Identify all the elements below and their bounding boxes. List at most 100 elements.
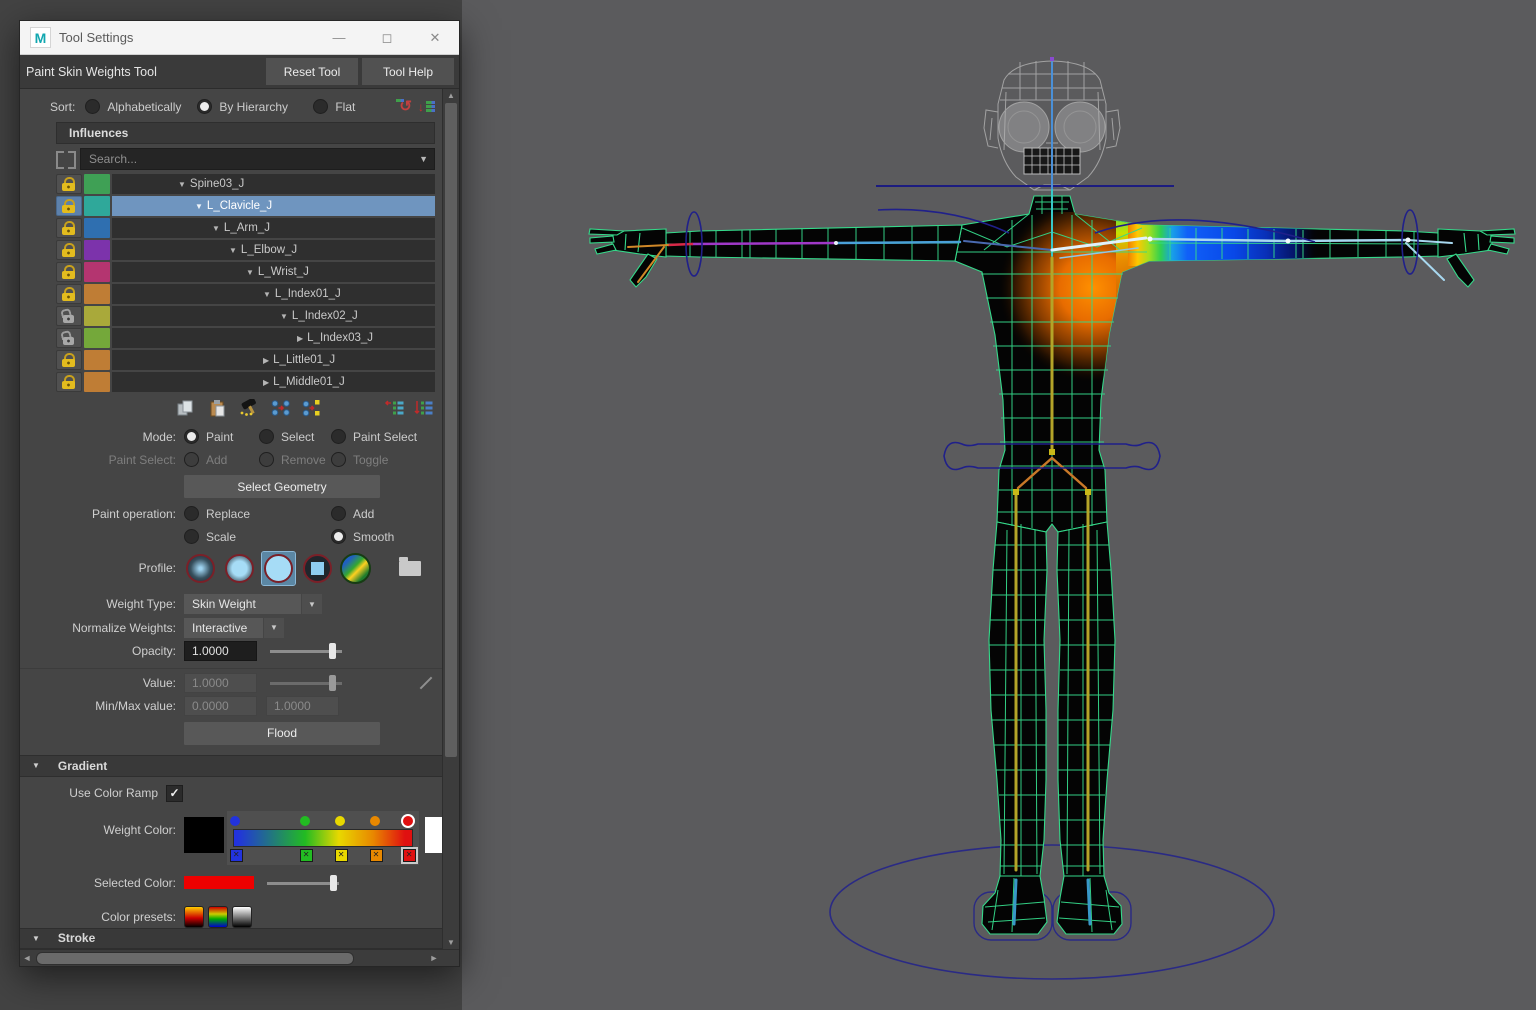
ramp-stop-delete[interactable]: ✕ — [335, 849, 348, 862]
influence-row[interactable]: ▼ L_Arm_J — [56, 218, 435, 238]
influence-row[interactable]: ▶ L_Index03_J — [56, 328, 435, 348]
expand-arrow-icon[interactable]: ▼ — [195, 202, 203, 211]
radio-icon[interactable] — [85, 99, 100, 114]
chevron-down-icon[interactable]: ▼ — [263, 618, 284, 638]
paint-op-add-option[interactable]: Add — [331, 506, 406, 521]
flood-button[interactable]: Flood — [184, 722, 380, 745]
lock-toggle[interactable] — [56, 218, 82, 238]
lock-toggle[interactable] — [56, 284, 82, 304]
lock-toggle[interactable] — [56, 262, 82, 282]
influence-row[interactable]: ▼ L_Elbow_J — [56, 240, 435, 260]
ramp-stop-handles[interactable] — [231, 814, 415, 828]
lock-toggle[interactable] — [56, 350, 82, 370]
expand-arrow-icon[interactable]: ▶ — [263, 378, 269, 387]
expand-arrow-icon[interactable]: ▶ — [263, 356, 269, 365]
expand-arrow-icon[interactable]: ▶ — [297, 334, 303, 343]
mode-paint-option[interactable]: Paint — [184, 429, 259, 444]
collapse-arrow-icon[interactable]: ▼ — [32, 934, 40, 943]
radio-icon[interactable] — [184, 529, 199, 544]
radio-icon[interactable] — [197, 99, 212, 114]
normalize-weights-dropdown[interactable]: Interactive ▼ — [184, 618, 284, 638]
ramp-stop-circle[interactable] — [230, 816, 240, 826]
opacity-slider[interactable] — [270, 642, 342, 660]
expand-arrow-icon[interactable]: ▼ — [229, 246, 237, 255]
radio-icon[interactable] — [259, 429, 274, 444]
sort-by-hierarchy-option[interactable]: By Hierarchy — [197, 99, 313, 114]
scroll-up-arrow-icon[interactable]: ▲ — [443, 89, 459, 102]
ramp-stop-circle[interactable] — [403, 816, 413, 826]
slider-handle[interactable] — [330, 875, 337, 891]
influence-row[interactable]: ▼ L_Index02_J — [56, 306, 435, 326]
scroll-right-arrow-icon[interactable]: ► — [427, 950, 441, 966]
ramp-stop-circle[interactable] — [370, 816, 380, 826]
influence-row[interactable]: ▼ L_Wrist_J — [56, 262, 435, 282]
titlebar[interactable]: M Tool Settings — ◻ ✕ — [20, 21, 459, 55]
influence-row[interactable]: ▶ L_Little01_J — [56, 350, 435, 370]
ramp-stop-delete[interactable]: ✕ — [403, 849, 416, 862]
opacity-input[interactable]: 1.0000 — [184, 641, 257, 661]
ramp-stop-delete[interactable]: ✕ — [370, 849, 383, 862]
prune-weights-icon[interactable] — [238, 399, 260, 417]
gradient-section-header[interactable]: ▼ Gradient — [20, 755, 459, 776]
close-button[interactable]: ✕ — [415, 25, 455, 51]
ramp-delete-handles[interactable]: ✕ ✕ ✕ ✕ ✕ — [231, 848, 415, 862]
solid-brush-icon[interactable] — [262, 552, 295, 585]
move-weights-alt-icon[interactable] — [302, 399, 322, 417]
lock-toggle[interactable] — [56, 328, 82, 348]
scroll-down-arrow-icon[interactable]: ▼ — [443, 936, 459, 949]
ramp-stop-circle[interactable] — [300, 816, 310, 826]
folder-icon[interactable] — [399, 561, 421, 576]
soft-brush-icon[interactable] — [223, 552, 256, 585]
radio-icon[interactable] — [331, 429, 346, 444]
lock-toggle[interactable] — [56, 306, 82, 326]
radio-icon[interactable] — [184, 506, 199, 521]
square-brush-icon[interactable] — [301, 552, 334, 585]
use-color-ramp-checkbox[interactable] — [166, 785, 183, 802]
slider-handle[interactable] — [329, 643, 336, 659]
radio-icon[interactable] — [331, 529, 346, 544]
selected-color-slider[interactable] — [267, 874, 339, 892]
scroll-left-arrow-icon[interactable]: ◄ — [20, 950, 34, 966]
ramp-stop-circle[interactable] — [335, 816, 345, 826]
paint-op-replace-option[interactable]: Replace — [184, 506, 331, 521]
ramp-stop-delete[interactable]: ✕ — [230, 849, 243, 862]
lock-toggle[interactable] — [56, 196, 82, 216]
sort-flat-option[interactable]: Flat — [313, 99, 371, 114]
paint-op-smooth-option[interactable]: Smooth — [331, 529, 406, 544]
stroke-section-header[interactable]: ▼ Stroke — [20, 928, 459, 949]
weight-type-dropdown[interactable]: Skin Weight ▼ — [184, 594, 322, 614]
horizontal-scrollbar[interactable]: ◄ ► — [20, 949, 459, 966]
collapse-arrow-icon[interactable]: ▼ — [32, 761, 40, 770]
lock-toggle[interactable] — [56, 174, 82, 194]
search-dropdown-arrow-icon[interactable]: ▼ — [419, 154, 428, 164]
sort-alphabetically-option[interactable]: Alphabetically — [85, 99, 197, 114]
paint-op-scale-option[interactable]: Scale — [184, 529, 331, 544]
radio-icon[interactable] — [313, 99, 328, 114]
radio-icon[interactable] — [184, 429, 199, 444]
scrollbar-thumb[interactable] — [36, 952, 354, 965]
influence-list-left-icon[interactable] — [383, 399, 405, 417]
paste-weights-icon[interactable] — [207, 399, 227, 417]
sort-order-icon[interactable]: ↓ — [418, 100, 435, 114]
preset-rainbow[interactable] — [208, 906, 228, 928]
expand-arrow-icon[interactable]: ▼ — [212, 224, 220, 233]
select-by-name-icon[interactable] — [56, 151, 76, 167]
search-input[interactable] — [87, 151, 419, 167]
color-ramp-widget[interactable]: ✕ ✕ ✕ ✕ ✕ — [227, 811, 419, 865]
expand-arrow-icon[interactable]: ▼ — [178, 180, 186, 189]
lock-toggle[interactable] — [56, 372, 82, 392]
scrollbar-thumb[interactable] — [445, 103, 457, 757]
expand-arrow-icon[interactable]: ▼ — [263, 290, 271, 299]
reset-tool-button[interactable]: Reset Tool — [266, 58, 358, 85]
ramp-stop-delete[interactable]: ✕ — [300, 849, 313, 862]
maximize-button[interactable]: ◻ — [367, 25, 407, 51]
copy-weights-icon[interactable] — [176, 399, 196, 417]
selected-color-swatch[interactable] — [184, 876, 254, 889]
mode-paint-select-option[interactable]: Paint Select — [331, 429, 431, 444]
influence-list-right-icon[interactable] — [413, 399, 435, 417]
influence-row[interactable]: ▼ L_Index01_J — [56, 284, 435, 304]
radio-icon[interactable] — [331, 506, 346, 521]
expand-arrow-icon[interactable]: ▼ — [246, 268, 254, 277]
mode-select-option[interactable]: Select — [259, 429, 331, 444]
preset-grayscale[interactable] — [232, 906, 252, 928]
